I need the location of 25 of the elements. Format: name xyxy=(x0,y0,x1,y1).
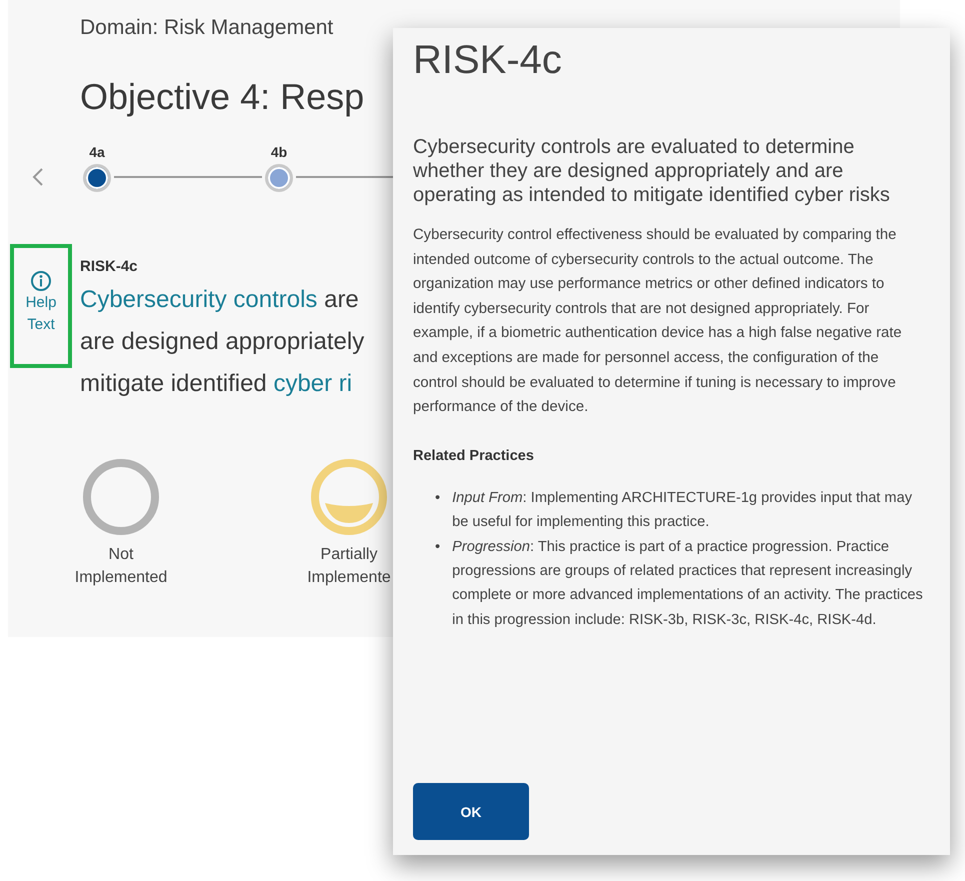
step-label: 4a xyxy=(89,144,105,160)
objective-title: Objective 4: Resp xyxy=(80,76,366,118)
rating-label: Partially Implemente xyxy=(307,545,391,588)
dialog-title: RISK-4c xyxy=(413,38,563,83)
not-implemented-icon xyxy=(81,457,161,537)
bullet-marker: • xyxy=(435,488,440,508)
partially-implemented-icon xyxy=(309,457,389,537)
practice-statement: Cybersecurity controls are evaluated to determine whether they are designed appropriately and are operating as intended to mitigate identified cyber risks xyxy=(413,135,891,207)
bullet-marker: • xyxy=(435,538,440,557)
domain-label: Domain: Risk Management xyxy=(80,16,334,40)
ok-button[interactable]: OK xyxy=(413,783,529,840)
step-dot[interactable] xyxy=(83,164,111,192)
practice-id: RISK-4c xyxy=(80,258,139,275)
glossary-link[interactable]: cyber ri xyxy=(273,370,352,397)
related-practice-item: Progression: This practice is part of a practice progression. Practice progressions are groups of related practices that represent increasingly complete or more advanced implementations of an activity. The practices in this progression include: RISK-3b, RISK-3c, RISK-4c, RISK-4d. xyxy=(452,538,924,630)
related-practice-item: Input From: Implementing ARCHITECTURE-1g provides input that may be useful for implementing this practice. xyxy=(452,488,913,532)
practice-statement: Cybersecurity controls are are designed appropriately mitigate identified cyber ri xyxy=(80,285,364,399)
guidance-text: Cybersecurity control effectiveness should be evaluated by comparing the intended outcome of cybersecurity controls to the actual outcome. The organization may use performance metrics or other defined indicators to identify cybersecurity controls that are not designed appropriately. For example, if a biometric authentication device has a high false negative rate and exceptions are made for personnel access, the configuration of the control should be evaluated to determine if tuning is necessary to improve performance of the device. xyxy=(413,226,903,418)
info-icon xyxy=(30,270,52,292)
related-practices-heading: Related Practices xyxy=(413,448,535,464)
step-label: 4b xyxy=(270,144,288,160)
step-dot[interactable] xyxy=(265,164,293,192)
help-text-button[interactable]: Help Text xyxy=(10,244,72,368)
glossary-link[interactable]: Cybersecurity controls xyxy=(80,286,318,313)
rating-label: Not Implemented xyxy=(74,545,168,588)
